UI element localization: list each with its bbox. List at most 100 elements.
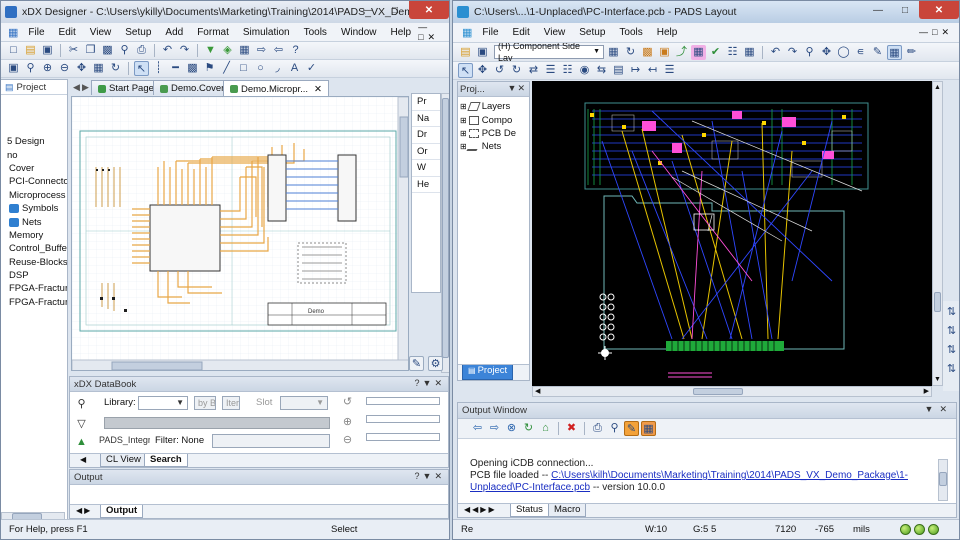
minimize-icon[interactable]: — — [355, 1, 381, 19]
drafting-icon[interactable]: ▦ — [742, 45, 757, 60]
properties-icon[interactable]: ✎ — [409, 356, 424, 371]
tree-item-layers[interactable]: ⊞ Layers — [458, 100, 529, 113]
length-icon[interactable]: ↦ — [628, 63, 643, 78]
close-icon[interactable]: ✕ — [409, 1, 449, 19]
cluster-icon[interactable]: ☷ — [560, 63, 575, 78]
radial-icon[interactable]: ◉ — [577, 63, 592, 78]
menu-edit[interactable]: Edit — [506, 27, 537, 38]
property-row[interactable]: He — [412, 177, 440, 193]
place-part-icon[interactable]: ▲ — [74, 435, 89, 450]
doc-menu-icon[interactable]: ▦ — [459, 26, 475, 39]
refresh-part-icon[interactable]: ↺ — [340, 395, 355, 410]
edit-icon[interactable]: ✎ — [624, 421, 639, 436]
verify-icon[interactable]: ✔ — [708, 45, 723, 60]
menu-view[interactable]: View — [83, 27, 119, 38]
tree-item-components[interactable]: ⊞ Compo — [458, 113, 529, 126]
home-icon[interactable]: ⌂ — [538, 421, 553, 436]
back-icon[interactable]: ⇦ — [470, 421, 485, 436]
table-icon[interactable]: ▦ — [641, 421, 656, 436]
view-icon[interactable]: ◯ — [836, 45, 851, 60]
pen-icon[interactable]: ✎ — [870, 45, 885, 60]
tab-cl-view[interactable]: CL View — [100, 454, 147, 467]
tree-item[interactable]: Reuse-Blocks — [1, 256, 67, 269]
zoom-out-icon[interactable]: ⊖ — [57, 61, 72, 76]
cam-icon[interactable]: ☷ — [725, 45, 740, 60]
right-tool-icon[interactable]: ⇅ — [944, 305, 959, 320]
new-file-icon[interactable]: □ — [6, 43, 21, 58]
tab-close-icon[interactable]: ✕ — [314, 84, 322, 95]
verify-icon[interactable]: ▼ — [203, 43, 218, 58]
tab-scroll-left-icon[interactable]: ◀ — [73, 82, 80, 93]
length-alt-icon[interactable]: ↤ — [645, 63, 660, 78]
wire-icon[interactable]: ┊ — [151, 61, 166, 76]
open-folder-icon[interactable]: ▤ — [23, 43, 38, 58]
menu-window[interactable]: Window — [334, 27, 384, 38]
menu-view[interactable]: View — [537, 27, 573, 38]
slot-select[interactable]: ▼ — [280, 396, 328, 410]
output-panel-controls[interactable]: ?▼✕ — [415, 471, 445, 482]
swap-icon[interactable]: ⇆ — [594, 63, 609, 78]
maximize-icon[interactable]: □ — [892, 1, 918, 19]
item-field[interactable]: Iter — [222, 396, 240, 410]
tree-item[interactable]: FPGA-Fractur — [1, 296, 67, 309]
scroll-down-icon[interactable]: ▼ — [934, 376, 941, 383]
refresh-icon[interactable]: ↻ — [108, 61, 123, 76]
tree-item[interactable]: Cover — [1, 162, 67, 175]
highlight-icon[interactable]: ▦ — [887, 44, 902, 60]
zoom-icon[interactable]: ⚲ — [802, 45, 817, 60]
close-icon[interactable]: ✕ — [919, 1, 959, 19]
tab-status[interactable]: Status — [510, 504, 549, 517]
save-icon[interactable]: ▣ — [40, 43, 55, 58]
move-icon[interactable]: ✥ — [475, 63, 490, 78]
help-icon[interactable]: ? — [288, 43, 303, 58]
menu-file[interactable]: File — [475, 27, 505, 38]
component-icon[interactable]: ▩ — [640, 45, 655, 60]
open-folder-icon[interactable]: ▤ — [458, 45, 473, 60]
flip-icon[interactable]: ⇄ — [526, 63, 541, 78]
menu-tools[interactable]: Tools — [297, 27, 334, 38]
save-icon[interactable]: ▣ — [475, 45, 490, 60]
tab-demo-cover[interactable]: Demo.Cover — [153, 80, 232, 95]
databook-right-field-1[interactable] — [366, 397, 440, 405]
by-field[interactable]: by Bu — [194, 396, 216, 410]
doc-window-controls[interactable]: —□✕ — [418, 22, 445, 43]
select-arrow-icon[interactable]: ↖ — [134, 61, 149, 76]
tree-item[interactable]: FPGA-Fractur — [1, 282, 67, 295]
menu-format[interactable]: Format — [190, 27, 236, 38]
doc-menu-icon[interactable]: ▦ — [5, 26, 21, 39]
print-icon[interactable]: ⎙ — [134, 43, 149, 58]
databook-right-field-3[interactable] — [366, 433, 440, 441]
zoom-area-icon[interactable]: ⚲ — [23, 61, 38, 76]
zoom-in-icon[interactable]: ⊕ — [40, 61, 55, 76]
schematic-canvas[interactable]: Demo — [71, 96, 409, 371]
right-tool-icon[interactable]: ⇅ — [944, 343, 959, 358]
pcb-vscroll[interactable]: ▲ ▼ — [932, 81, 943, 386]
menu-simulation[interactable]: Simulation — [236, 27, 297, 38]
tab-macro[interactable]: Macro — [548, 504, 587, 517]
output-tab-nav-icon[interactable]: ◀◀▶▶ — [464, 505, 497, 514]
doc-window-controls[interactable]: —□✕ — [919, 27, 953, 38]
menu-file[interactable]: File — [21, 27, 51, 38]
tree-item[interactable]: no — [1, 148, 67, 161]
menu-tools[interactable]: Tools — [612, 27, 649, 38]
spin-icon[interactable]: ↻ — [509, 63, 524, 78]
text-icon[interactable]: A — [287, 61, 302, 76]
tree-item[interactable]: Microprocess — [1, 189, 67, 202]
menu-add[interactable]: Add — [158, 27, 190, 38]
brush-icon[interactable]: ✏ — [904, 45, 919, 60]
tree-item[interactable]: Memory — [1, 229, 67, 242]
property-row[interactable]: Na — [412, 111, 440, 127]
tree-item[interactable]: Control_Buffe — [1, 242, 67, 255]
menu-help[interactable]: Help — [384, 27, 419, 38]
property-row[interactable]: Dr — [412, 127, 440, 144]
project-tab[interactable]: ▤ Project — [1, 80, 67, 95]
part-field[interactable]: PADS_Integra — [96, 434, 150, 448]
databook-panel-controls[interactable]: ?▼✕ — [415, 378, 445, 389]
scroll-right-icon[interactable]: ▶ — [924, 387, 929, 395]
tab-start-page[interactable]: Start Page — [91, 80, 161, 95]
library-select[interactable]: ▼ — [138, 396, 188, 410]
tab-nav-icon[interactable]: ◀ — [80, 455, 86, 464]
pcb-canvas[interactable] — [532, 81, 932, 386]
grid-icon[interactable]: ▦ — [91, 61, 106, 76]
undo-icon[interactable]: ↶ — [768, 45, 783, 60]
